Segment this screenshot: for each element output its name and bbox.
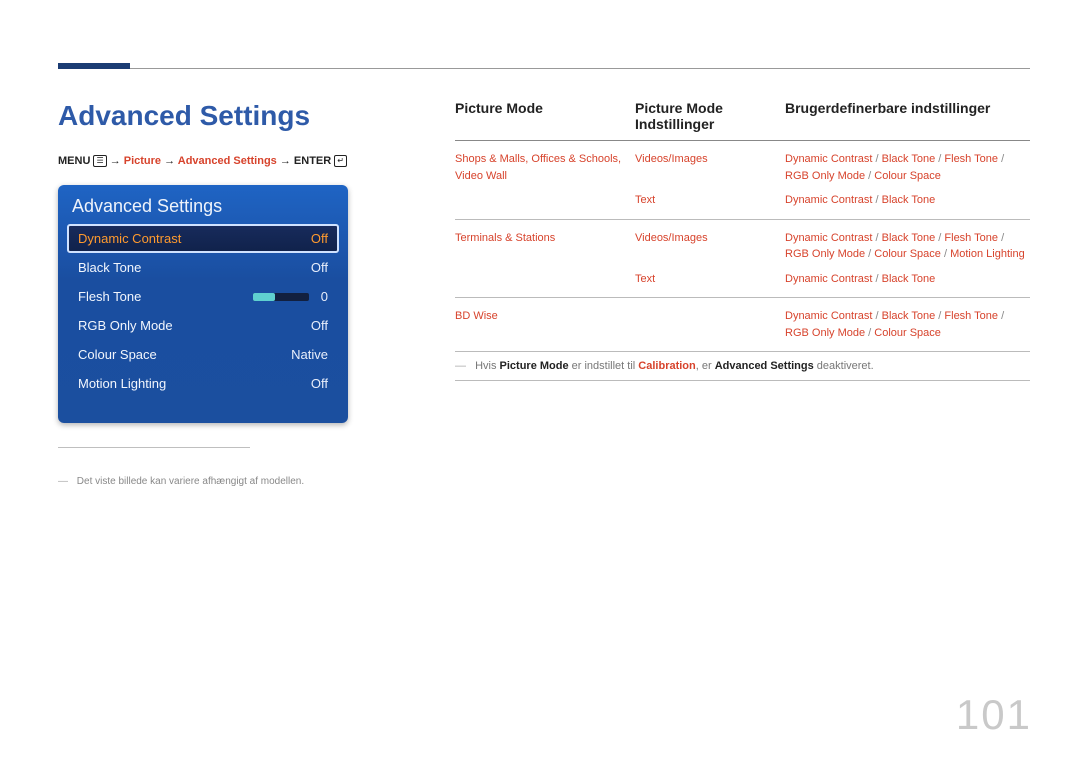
header-rule — [130, 68, 1030, 69]
row-label: RGB Only Mode — [78, 318, 173, 333]
bc-picture: Picture — [124, 155, 161, 167]
n2: er indstillet til — [569, 360, 639, 372]
row-label: Black Tone — [78, 260, 141, 275]
row-colour-space[interactable]: Colour Space Native — [68, 341, 338, 368]
footnote: ― Det viste billede kan variere afhængig… — [58, 476, 304, 487]
td-settings: Dynamic Contrast / Black Tone / Flesh To… — [785, 151, 1030, 184]
table-body: Shops & Malls, Offices & Schools, Video … — [455, 141, 1030, 381]
n-cal: Calibration — [638, 360, 695, 372]
td-mode: Terminals & Stations — [455, 230, 635, 263]
bc-menu: MENU — [58, 155, 90, 167]
row-label: Dynamic Contrast — [78, 231, 181, 246]
table-note-row: ― Hvis Picture Mode er indstillet til Ca… — [455, 352, 1030, 381]
panel-title: Advanced Settings — [58, 185, 348, 225]
td-sub: Videos/Images — [635, 151, 785, 184]
row-value: Off — [311, 376, 328, 391]
table-note: ― Hvis Picture Mode er indstillet til Ca… — [455, 360, 874, 372]
th-user-definable: Brugerdefinerbare indstillinger — [785, 100, 1030, 132]
table-row: BD Wise Dynamic Contrast / Black Tone / … — [455, 298, 1030, 352]
row-value: Off — [311, 260, 328, 275]
row-flesh-tone[interactable]: Flesh Tone 0 — [68, 283, 338, 310]
bc-arrow3: → — [280, 155, 294, 167]
row-motion-lighting[interactable]: Motion Lighting Off — [68, 370, 338, 397]
row-label: Colour Space — [78, 347, 157, 362]
row-value: 0 — [321, 289, 328, 304]
menu-icon: ☰ — [93, 155, 106, 167]
row-rgb-only[interactable]: RGB Only Mode Off — [68, 312, 338, 339]
td-settings: Dynamic Contrast / Black Tone — [785, 271, 1030, 288]
th-picture-mode-settings: Picture Mode Indstillinger — [635, 100, 785, 132]
td-text: Dynamic Contrast / Black Tone / Flesh To… — [785, 153, 1004, 182]
table-row: Terminals & Stations Videos/Images Dynam… — [455, 220, 1030, 299]
td-mode: Shops & Malls, Offices & Schools, Video … — [455, 151, 635, 184]
dash-icon: ― — [58, 476, 68, 487]
n-as: Advanced Settings — [715, 360, 814, 372]
row-black-tone[interactable]: Black Tone Off — [68, 254, 338, 281]
slider-fill — [253, 293, 275, 301]
bc-arrow1: → — [110, 155, 124, 167]
page-number: 101 — [956, 691, 1032, 739]
dash-icon: ― — [455, 360, 466, 372]
row-label: Motion Lighting — [78, 376, 166, 391]
row-value: Off — [311, 231, 328, 246]
row-dynamic-contrast[interactable]: Dynamic Contrast Off — [68, 225, 338, 252]
td-settings: Dynamic Contrast / Black Tone — [785, 192, 1030, 209]
td-empty — [455, 192, 635, 209]
td-empty — [455, 271, 635, 288]
panel-body: Dynamic Contrast Off Black Tone Off Fles… — [58, 225, 348, 407]
footnote-text: Det viste billede kan variere afhængigt … — [77, 476, 304, 487]
n-pm: Picture Mode — [500, 360, 569, 372]
n3: , er — [696, 360, 715, 372]
n4: deaktiveret. — [814, 360, 874, 372]
td-settings: Dynamic Contrast / Black Tone / Flesh To… — [785, 308, 1030, 341]
td-sub: Text — [635, 192, 785, 209]
row-label: Flesh Tone — [78, 289, 141, 304]
compat-table: Picture Mode Picture Mode Indstillinger … — [455, 100, 1030, 381]
header-accent-bar — [58, 63, 130, 69]
td-settings: Dynamic Contrast / Black Tone / Flesh To… — [785, 230, 1030, 263]
table-head: Picture Mode Picture Mode Indstillinger … — [455, 100, 1030, 141]
breadcrumb: MENU ☰ → Picture → Advanced Settings → E… — [58, 155, 347, 167]
bc-advset: Advanced Settings — [178, 155, 277, 167]
slider-track[interactable] — [253, 293, 309, 301]
th-picture-mode: Picture Mode — [455, 100, 635, 132]
footnote-rule — [58, 447, 250, 448]
bc-enter: ENTER — [294, 155, 331, 167]
settings-panel: Advanced Settings Dynamic Contrast Off B… — [58, 185, 348, 423]
td-mode: BD Wise — [455, 308, 635, 341]
td-sub: Videos/Images — [635, 230, 785, 263]
n1: Hvis — [475, 360, 499, 372]
enter-icon: ↵ — [334, 155, 347, 167]
page-title: Advanced Settings — [58, 100, 310, 132]
row-value: Native — [291, 347, 328, 362]
td-sub: Text — [635, 271, 785, 288]
table-row: Shops & Malls, Offices & Schools, Video … — [455, 141, 1030, 220]
td-sub — [635, 308, 785, 341]
row-value: Off — [311, 318, 328, 333]
bc-arrow2: → — [164, 155, 178, 167]
